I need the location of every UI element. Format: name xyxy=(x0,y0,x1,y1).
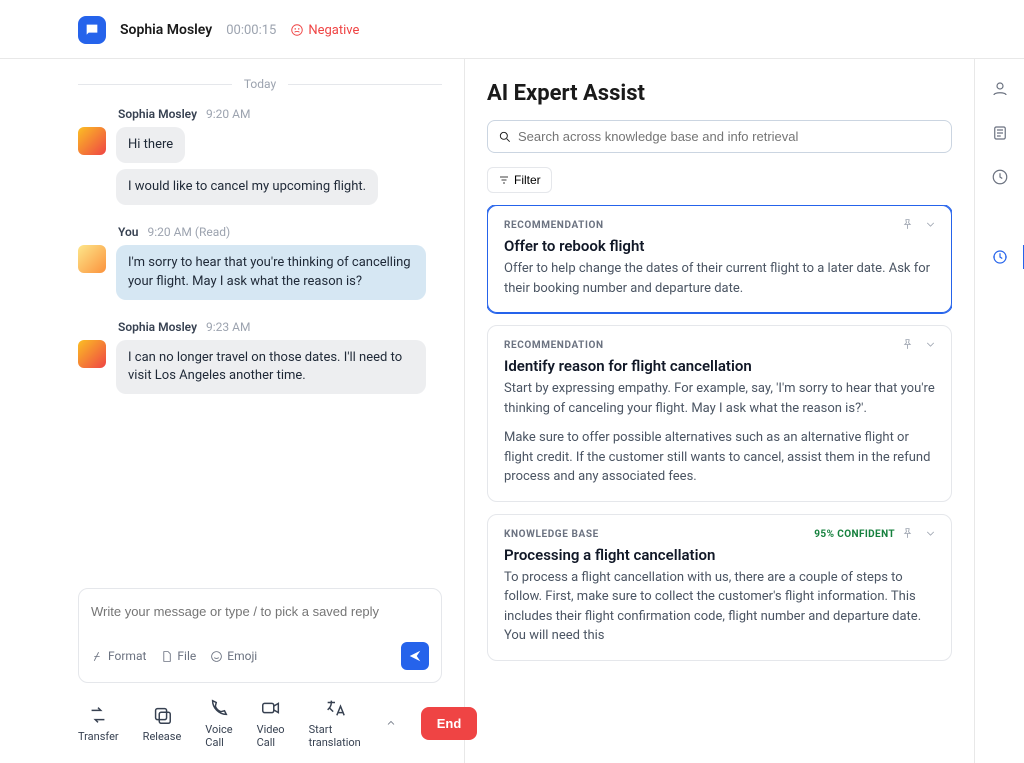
assist-card[interactable]: RECOMMENDATION Offer to rebook flight Of… xyxy=(487,205,952,313)
conversation-actions: Transfer Release Voice Call Video Call S… xyxy=(78,683,442,749)
avatar xyxy=(78,127,106,155)
chevron-down-icon[interactable] xyxy=(924,527,937,544)
file-button[interactable]: File xyxy=(160,649,196,663)
phone-icon xyxy=(208,697,230,719)
assist-title: AI Expert Assist xyxy=(487,81,952,106)
assist-card[interactable]: RECOMMENDATION Identify reason for fligh… xyxy=(487,325,952,502)
release-button[interactable]: Release xyxy=(143,704,182,743)
confidence-badge: 95% CONFIDENT xyxy=(814,529,895,540)
chat-bubble: I can no longer travel on those dates. I… xyxy=(116,340,426,394)
customer-name: Sophia Mosley xyxy=(120,22,212,38)
voice-call-button[interactable]: Voice Call xyxy=(205,697,232,749)
release-icon xyxy=(151,704,173,726)
filter-button[interactable]: Filter xyxy=(487,167,552,193)
file-icon xyxy=(160,650,173,663)
assist-search[interactable] xyxy=(487,120,952,153)
side-rail xyxy=(974,59,1024,763)
message-group: Sophia Mosley 9:20 AM Hi there I would l… xyxy=(78,107,442,205)
search-icon xyxy=(498,130,512,144)
message-header: Sophia Mosley 9:23 AM xyxy=(118,320,442,334)
transfer-icon xyxy=(87,704,109,726)
header-left: Sophia Mosley 00:00:15 Negative xyxy=(78,16,359,44)
chat-bubble: I'm sorry to hear that you're thinking o… xyxy=(116,245,426,299)
rail-notes-icon[interactable] xyxy=(988,121,1012,145)
video-call-button[interactable]: Video Call xyxy=(257,697,285,749)
rail-profile-icon[interactable] xyxy=(988,77,1012,101)
search-input[interactable] xyxy=(518,129,941,144)
card-body: Offer to help change the dates of their … xyxy=(504,259,935,298)
chat-channel-icon xyxy=(78,16,106,44)
format-button[interactable]: Format xyxy=(91,649,146,663)
chat-bubble: Hi there xyxy=(116,127,185,163)
chat-bubble: I would like to cancel my upcoming fligh… xyxy=(116,169,378,205)
chevron-down-icon[interactable] xyxy=(924,338,937,355)
emoji-button[interactable]: Emoji xyxy=(210,649,257,663)
card-body: Start by expressing empathy. For example… xyxy=(504,379,935,487)
sentiment-badge: Negative xyxy=(290,23,359,38)
card-title: Offer to rebook flight xyxy=(504,237,935,255)
pin-icon[interactable] xyxy=(901,218,914,235)
message-composer: Format File Emoji xyxy=(78,588,442,683)
rail-assist-icon[interactable] xyxy=(989,245,1024,269)
chat-panel: Today Sophia Mosley 9:20 AM Hi there I w… xyxy=(0,59,465,763)
message-header: You 9:20 AM (Read) xyxy=(118,225,442,239)
chevron-down-icon[interactable] xyxy=(924,218,937,235)
conversation-header: Sophia Mosley 00:00:15 Negative xyxy=(0,0,1024,59)
card-tag: RECOMMENDATION xyxy=(504,220,935,231)
compose-input[interactable] xyxy=(91,604,429,619)
avatar xyxy=(78,245,106,273)
message-group: Sophia Mosley 9:23 AM I can no longer tr… xyxy=(78,320,442,394)
smile-icon xyxy=(210,650,223,663)
card-tag: KNOWLEDGE BASE 95% CONFIDENT xyxy=(504,529,935,540)
card-title: Processing a flight cancellation xyxy=(504,546,935,564)
card-title: Identify reason for flight cancellation xyxy=(504,357,935,375)
send-button[interactable] xyxy=(401,642,429,670)
pin-icon[interactable] xyxy=(901,338,914,355)
message-header: Sophia Mosley 9:20 AM xyxy=(118,107,442,121)
video-icon xyxy=(260,697,282,719)
rail-history-icon[interactable] xyxy=(988,165,1012,189)
chevron-up-icon[interactable] xyxy=(385,714,397,733)
send-icon xyxy=(408,649,422,663)
pin-icon[interactable] xyxy=(901,527,914,544)
date-separator: Today xyxy=(78,77,442,91)
frown-icon xyxy=(290,23,304,37)
card-body: To process a flight cancellation with us… xyxy=(504,568,935,646)
transfer-button[interactable]: Transfer xyxy=(78,704,119,743)
card-tag: RECOMMENDATION xyxy=(504,340,935,351)
message-group: You 9:20 AM (Read) I'm sorry to hear tha… xyxy=(78,225,442,299)
filter-icon xyxy=(498,174,510,186)
assist-panel: AI Expert Assist Filter RECOMMENDATION O… xyxy=(465,59,974,763)
assist-card[interactable]: KNOWLEDGE BASE 95% CONFIDENT Processing … xyxy=(487,514,952,661)
translate-icon xyxy=(324,697,346,719)
translate-button[interactable]: Start translation xyxy=(309,697,361,749)
avatar xyxy=(78,340,106,368)
compose-tools: Format File Emoji xyxy=(91,649,257,663)
format-icon xyxy=(91,650,104,663)
call-timer: 00:00:15 xyxy=(226,23,276,38)
